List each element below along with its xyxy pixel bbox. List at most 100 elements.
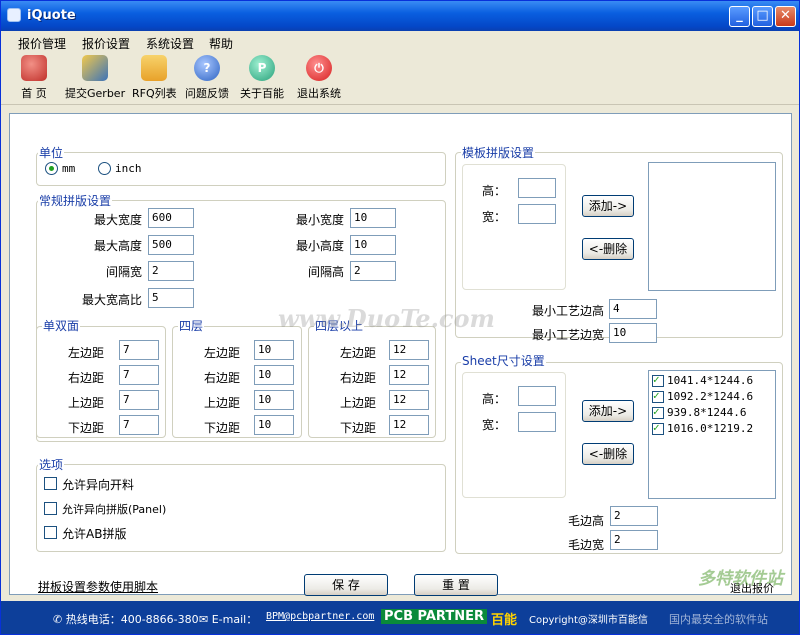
edge-width-label: 毛边宽 bbox=[567, 538, 604, 552]
four-top-field[interactable]: 10 bbox=[254, 390, 294, 410]
fourplus-bottom-field[interactable]: 12 bbox=[389, 415, 429, 435]
min-width-field[interactable]: 10 bbox=[350, 208, 396, 228]
margin-group-four-title: 四层 bbox=[178, 317, 205, 334]
save-button[interactable]: 保 存 bbox=[304, 574, 388, 596]
fourplus-top-field[interactable]: 12 bbox=[389, 390, 429, 410]
menu-system-settings[interactable]: 系统设置 bbox=[146, 35, 194, 52]
sheet-title: Sheet尺寸设置 bbox=[461, 352, 546, 369]
list-item[interactable]: 939.8*1244.6 bbox=[652, 405, 746, 422]
double-right-field[interactable]: 7 bbox=[119, 365, 159, 385]
template-height-label: 高： bbox=[482, 184, 507, 198]
four-left-field[interactable]: 10 bbox=[254, 340, 294, 360]
fourplus-right-field[interactable]: 12 bbox=[389, 365, 429, 385]
allow-reverse-panel-checkbox[interactable] bbox=[44, 502, 57, 515]
close-button[interactable]: ✕ bbox=[775, 6, 796, 27]
gap-height-field[interactable]: 2 bbox=[350, 261, 396, 281]
unit-mm-radio[interactable] bbox=[45, 162, 58, 175]
list-item[interactable]: 1041.4*1244.6 bbox=[652, 373, 754, 390]
toolbar-exit-button[interactable]: ⏻ 退出系统 bbox=[293, 55, 345, 101]
script-help-link[interactable]: 拼板设置参数使用脚本 bbox=[38, 578, 158, 595]
four-right-field[interactable]: 10 bbox=[254, 365, 294, 385]
margin-group-double-title: 单双面 bbox=[42, 317, 81, 334]
template-delete-button[interactable]: <-删除 bbox=[582, 238, 634, 260]
four-bottom-field[interactable]: 10 bbox=[254, 415, 294, 435]
template-width-field[interactable] bbox=[518, 204, 556, 224]
min-height-field[interactable]: 10 bbox=[350, 235, 396, 255]
edge-height-field[interactable]: 2 bbox=[610, 506, 658, 526]
allow-ab-panel-checkbox[interactable] bbox=[44, 526, 57, 539]
toolbar-about-button[interactable]: P 关于百能 bbox=[237, 55, 287, 101]
maximize-button[interactable]: □ bbox=[752, 6, 773, 27]
margin-bottom-label: 下边距 bbox=[67, 421, 104, 435]
sheet-item-checkbox[interactable] bbox=[652, 389, 664, 403]
regular-layout-title: 常规拼版设置 bbox=[38, 192, 113, 209]
double-left-field[interactable]: 7 bbox=[119, 340, 159, 360]
watermark-corner-sub: 国内最安全的软件站 bbox=[669, 613, 768, 626]
max-ratio-field[interactable]: 5 bbox=[148, 288, 194, 308]
sheet-width-field[interactable] bbox=[518, 412, 556, 432]
toolbar-label: 关于百能 bbox=[240, 87, 284, 100]
toolbar: 首 页 提交Gerber RFQ列表 ? 问题反馈 P 关于百能 ⏻ 退出系统 bbox=[1, 53, 799, 105]
toolbar-feedback-button[interactable]: ? 问题反馈 bbox=[183, 55, 231, 101]
home-icon bbox=[21, 55, 47, 81]
allow-reverse-cut-checkbox[interactable] bbox=[44, 477, 57, 490]
reset-button[interactable]: 重 置 bbox=[414, 574, 498, 596]
template-add-button[interactable]: 添加-> bbox=[582, 195, 634, 217]
margin-left-label: 左边距 bbox=[203, 346, 240, 360]
fourplus-left-field[interactable]: 12 bbox=[389, 340, 429, 360]
watermark-corner: 多特软件站 bbox=[698, 569, 783, 589]
edge-width-field[interactable]: 2 bbox=[610, 530, 658, 550]
sheet-add-button[interactable]: 添加-> bbox=[582, 400, 634, 422]
sheet-item-checkbox[interactable] bbox=[652, 421, 664, 435]
gap-width-label: 间隔宽 bbox=[105, 265, 142, 279]
list-item[interactable]: 1092.2*1244.6 bbox=[652, 389, 753, 406]
unit-inch-radio[interactable] bbox=[98, 162, 111, 175]
min-process-height-field[interactable]: 4 bbox=[609, 299, 657, 319]
sheet-item-checkbox[interactable] bbox=[652, 405, 664, 419]
allow-ab-panel-label: 允许AB拼版 bbox=[62, 527, 127, 541]
email-link[interactable]: BPM@pcbpartner.com bbox=[266, 611, 374, 622]
gap-width-field[interactable]: 2 bbox=[148, 261, 194, 281]
title-bar[interactable]: iQuote _ □ ✕ bbox=[1, 1, 799, 31]
status-bar: ✆ 热线电话：400-8866-380 ✉ E-mail： BPM@pcbpar… bbox=[1, 601, 799, 634]
sheet-item-label: 1041.4*1244.6 bbox=[667, 374, 754, 387]
toolbar-home-button[interactable]: 首 页 bbox=[13, 55, 55, 101]
minimize-button[interactable]: _ bbox=[729, 6, 750, 27]
sheet-item-checkbox[interactable] bbox=[652, 373, 664, 387]
watermark-center: www.DuoTe.com bbox=[278, 304, 495, 333]
unit-inch-label: inch bbox=[115, 162, 142, 175]
sheet-delete-button[interactable]: <-删除 bbox=[582, 443, 634, 465]
template-height-field[interactable] bbox=[518, 178, 556, 198]
double-bottom-field[interactable]: 7 bbox=[119, 415, 159, 435]
margin-right-label: 右边距 bbox=[67, 371, 104, 385]
max-height-field[interactable]: 500 bbox=[148, 235, 194, 255]
margin-top-label: 上边距 bbox=[67, 396, 104, 410]
copyright-text: Copyright@深圳市百能信 bbox=[529, 615, 648, 626]
hotline-value: 热线电话：400-8866-380 bbox=[65, 613, 199, 626]
phone-icon: ✆ bbox=[53, 613, 63, 626]
min-process-height-label: 最小工艺边高 bbox=[531, 304, 604, 318]
allow-reverse-panel-label: 允许异向拼版(Panel) bbox=[62, 503, 167, 516]
template-list[interactable] bbox=[648, 162, 776, 291]
max-width-field[interactable]: 600 bbox=[148, 208, 194, 228]
margin-top-label: 上边距 bbox=[339, 396, 376, 410]
margin-bottom-label: 下边距 bbox=[203, 421, 240, 435]
sheet-height-field[interactable] bbox=[518, 386, 556, 406]
menu-quote-settings[interactable]: 报价设置 bbox=[82, 35, 130, 52]
menu-quote-manage[interactable]: 报价管理 bbox=[18, 35, 66, 52]
max-height-label: 最大高度 bbox=[93, 239, 142, 253]
min-process-width-field[interactable]: 10 bbox=[609, 323, 657, 343]
window-title: iQuote bbox=[27, 8, 76, 23]
sheet-size-list[interactable]: 1041.4*1244.6 1092.2*1244.6 939.8*1244.6… bbox=[648, 370, 776, 499]
menu-help[interactable]: 帮助 bbox=[209, 35, 233, 52]
upload-icon bbox=[82, 55, 108, 81]
sheet-width-label: 宽： bbox=[482, 418, 507, 432]
toolbar-upload-gerber-button[interactable]: 提交Gerber bbox=[65, 55, 125, 101]
help-icon: ? bbox=[194, 55, 220, 81]
double-top-field[interactable]: 7 bbox=[119, 390, 159, 410]
list-item[interactable]: 1016.0*1219.2 bbox=[652, 421, 753, 438]
margin-bottom-label: 下边距 bbox=[339, 421, 376, 435]
toolbar-rfq-list-button[interactable]: RFQ列表 bbox=[132, 55, 177, 101]
exit-icon: ⏻ bbox=[306, 55, 332, 81]
app-icon bbox=[7, 8, 21, 22]
